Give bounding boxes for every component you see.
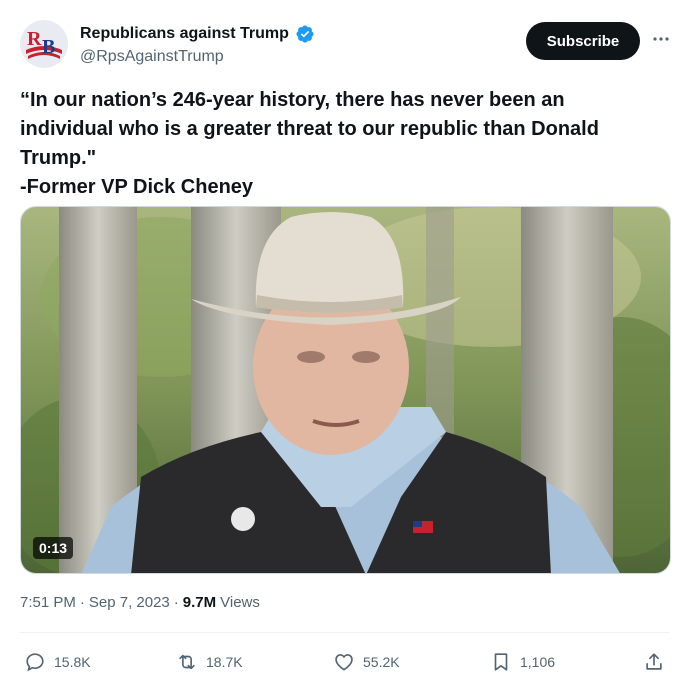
svg-text:R: R — [27, 28, 42, 50]
reply-icon — [26, 653, 44, 672]
tweet-text: “In our nation’s 246-year history, there… — [20, 89, 599, 198]
bookmark-button[interactable]: 1,106 — [490, 648, 555, 676]
tweet-date[interactable]: Sep 7, 2023 — [89, 594, 170, 611]
verified-badge-icon[interactable] — [295, 24, 315, 44]
reply-button[interactable]: 15.8K — [24, 648, 91, 676]
video-thumbnail — [21, 207, 670, 573]
repost-icon — [179, 654, 195, 670]
views-count: 9.7M — [182, 594, 217, 611]
reply-count: 15.8K — [54, 654, 91, 670]
svg-text:B: B — [42, 36, 55, 58]
meta-separator: · — [173, 594, 179, 611]
more-horizontal-icon — [653, 37, 669, 41]
meta-separator: · — [79, 594, 85, 611]
tweet-time[interactable]: 7:51 PM — [20, 594, 76, 611]
tweet-card: R B Republicans against Trump @RpsAgains… — [0, 0, 690, 688]
video-player[interactable]: 0:13 — [20, 206, 671, 574]
views-label: Views — [220, 594, 260, 611]
more-options-button[interactable] — [650, 28, 672, 50]
avatar-logo-icon: R B — [20, 20, 68, 68]
avatar[interactable]: R B — [20, 20, 68, 68]
share-icon — [646, 653, 662, 670]
bookmark-count: 1,106 — [520, 654, 556, 670]
tweet-meta: 7:51 PM · Sep 7, 2023 · 9.7M Views — [20, 594, 260, 611]
share-button[interactable] — [643, 648, 665, 676]
divider — [20, 632, 670, 633]
repost-count: 18.7K — [206, 654, 243, 670]
author-name[interactable]: Republicans against Trump — [80, 25, 289, 43]
action-bar: 15.8K 18.7K 55.2K 1,106 — [0, 648, 690, 676]
author-block: Republicans against Trump @RpsAgainstTru… — [80, 24, 315, 66]
repost-button[interactable]: 18.7K — [176, 648, 243, 676]
like-count: 55.2K — [363, 654, 400, 670]
subscribe-button[interactable]: Subscribe — [526, 22, 640, 60]
bookmark-icon — [494, 653, 508, 671]
author-name-row: Republicans against Trump — [80, 24, 315, 44]
author-handle[interactable]: @RpsAgainstTrump — [80, 48, 315, 66]
heart-icon — [335, 654, 353, 671]
video-duration-badge: 0:13 — [33, 537, 74, 559]
like-button[interactable]: 55.2K — [333, 648, 400, 676]
